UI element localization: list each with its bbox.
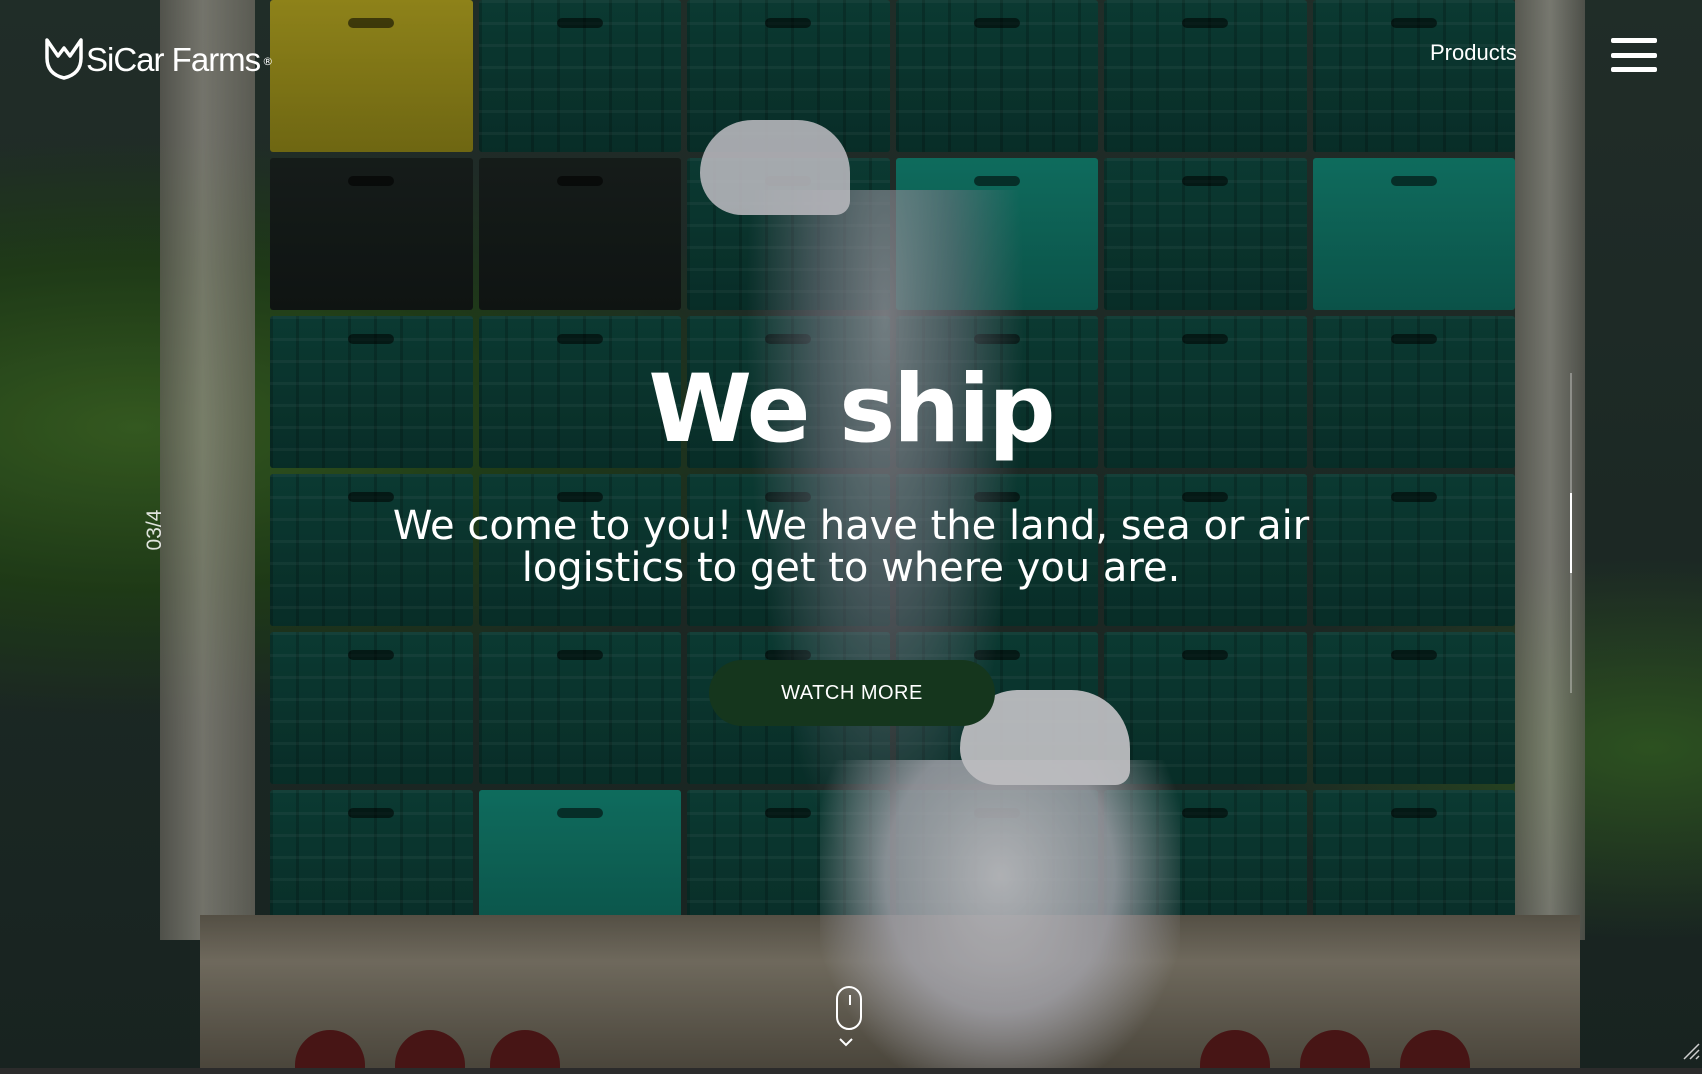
scroll-down-indicator[interactable]	[836, 986, 866, 1052]
resize-handle-icon	[1683, 1043, 1700, 1060]
hero-section: SiCar Farms ® Products We ship We come t…	[0, 0, 1702, 1068]
hero-title: We ship	[648, 355, 1055, 464]
mouse-scroll-icon	[836, 986, 862, 1030]
hero-subtitle: We come to you! We have the land, sea or…	[392, 503, 1310, 591]
registered-mark: ®	[262, 54, 274, 68]
slide-progress-fill	[1570, 493, 1572, 573]
slide-counter: 03/4	[143, 509, 166, 551]
brand-logo[interactable]: SiCar Farms ®	[44, 34, 273, 80]
nav-products-link[interactable]: Products	[1430, 40, 1517, 66]
slide-progress-track[interactable]	[1570, 373, 1572, 693]
watch-more-button[interactable]: WATCH MORE	[709, 660, 995, 726]
chevron-down-icon	[839, 1038, 853, 1047]
window-bottom-edge	[0, 1068, 1702, 1074]
brand-name: SiCar Farms	[86, 41, 261, 78]
hamburger-menu-icon[interactable]	[1611, 38, 1657, 72]
leaf-logo-icon	[45, 38, 83, 80]
